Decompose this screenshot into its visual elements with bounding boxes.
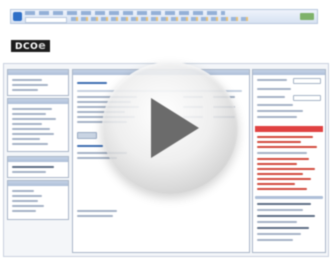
alert-line <box>257 183 295 185</box>
section-title <box>77 145 103 147</box>
alert-line <box>257 146 317 148</box>
nav-item[interactable] <box>12 84 48 86</box>
browser-toolbar <box>10 9 318 24</box>
address-field[interactable] <box>25 17 67 23</box>
field-row[interactable] <box>257 79 287 81</box>
alert-bar <box>255 126 323 132</box>
right-panel <box>252 69 326 253</box>
action-button[interactable] <box>77 132 97 139</box>
field-row[interactable] <box>257 209 303 211</box>
list-item[interactable] <box>12 113 46 115</box>
brand-mark: e <box>38 39 47 52</box>
nav-item[interactable] <box>12 89 38 91</box>
play-button[interactable] <box>102 62 238 194</box>
alert-line <box>257 173 303 175</box>
toolbar-icons[interactable] <box>71 17 251 21</box>
app-logo-icon[interactable] <box>13 12 22 21</box>
panel-header <box>8 157 68 162</box>
input-field[interactable] <box>293 78 321 84</box>
menu-bar[interactable] <box>25 11 225 15</box>
table-row[interactable] <box>77 210 117 212</box>
alert-line <box>257 168 315 170</box>
alert-line <box>257 141 301 143</box>
brand-logo: DCOe <box>11 39 51 52</box>
list-item[interactable] <box>12 195 42 197</box>
brand-text: DCO <box>15 42 39 52</box>
list-item[interactable] <box>12 166 54 168</box>
list-item[interactable] <box>12 108 52 110</box>
panel-header <box>8 99 68 104</box>
panel-header <box>8 181 68 186</box>
input-field[interactable] <box>293 95 321 101</box>
field-row[interactable] <box>257 227 309 229</box>
list-item[interactable] <box>12 190 34 192</box>
alert-line <box>257 188 307 190</box>
list-item[interactable] <box>12 143 48 145</box>
list-item[interactable] <box>12 210 36 212</box>
field-row[interactable] <box>257 239 293 241</box>
go-button[interactable] <box>300 13 314 20</box>
field-row[interactable] <box>257 104 293 106</box>
list-item[interactable] <box>12 200 38 202</box>
table-row[interactable] <box>77 215 113 217</box>
list-item[interactable] <box>12 123 42 125</box>
left-panel-bottom <box>7 180 69 220</box>
left-panel-top <box>7 69 69 96</box>
field-row[interactable] <box>257 96 285 98</box>
alert-line <box>257 136 313 138</box>
field-row[interactable] <box>257 203 311 205</box>
field-row[interactable] <box>257 116 297 118</box>
left-panel-mid <box>7 156 69 178</box>
alert-line <box>257 158 309 160</box>
panel-header <box>8 70 68 75</box>
list-item[interactable] <box>12 133 54 135</box>
field-row[interactable] <box>257 221 297 223</box>
list-item[interactable] <box>12 118 56 120</box>
list-item[interactable] <box>12 171 46 173</box>
play-icon <box>151 98 199 158</box>
section-title <box>77 82 107 84</box>
list-item[interactable] <box>12 138 40 140</box>
field-row[interactable] <box>257 110 303 112</box>
list-item[interactable] <box>12 128 50 130</box>
nav-item[interactable] <box>12 79 42 81</box>
field-row[interactable] <box>257 215 315 217</box>
field-row[interactable] <box>257 233 301 235</box>
panel-header <box>253 70 325 75</box>
alert-line <box>257 178 311 180</box>
field-row[interactable] <box>257 152 307 154</box>
field-row[interactable] <box>257 88 291 90</box>
list-item[interactable] <box>12 205 44 207</box>
left-panel-list <box>7 98 69 152</box>
alert-line <box>257 163 297 165</box>
panel-header <box>255 196 323 199</box>
